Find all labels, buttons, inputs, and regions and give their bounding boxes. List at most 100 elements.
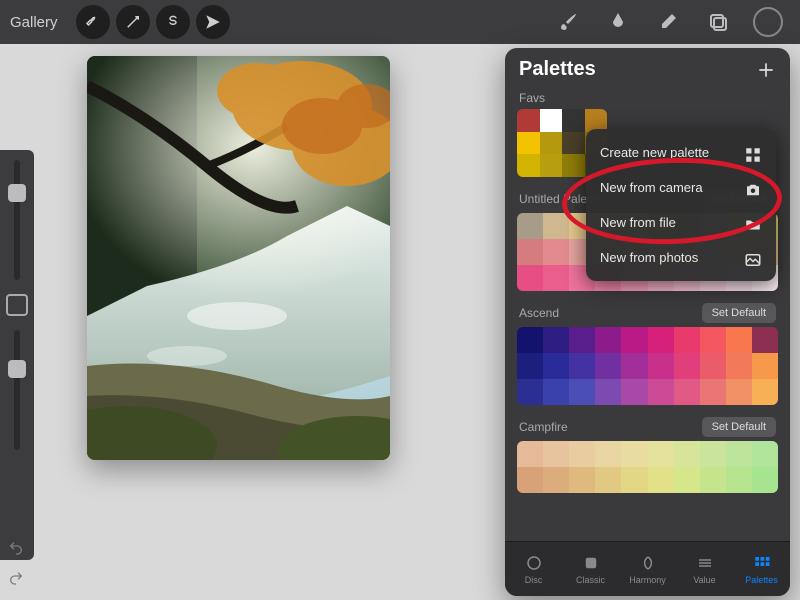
swatch[interactable] bbox=[700, 327, 726, 353]
swatch[interactable] bbox=[674, 379, 700, 405]
arrow-icon[interactable] bbox=[196, 5, 230, 39]
swatch[interactable] bbox=[595, 467, 621, 493]
palette-name[interactable]: Favs bbox=[519, 91, 776, 105]
swatch[interactable] bbox=[517, 132, 540, 155]
swatch[interactable] bbox=[569, 467, 595, 493]
swatch[interactable] bbox=[562, 132, 585, 155]
swatch[interactable] bbox=[726, 353, 752, 379]
swatch[interactable] bbox=[517, 467, 543, 493]
swatch[interactable] bbox=[543, 265, 569, 291]
swatch[interactable] bbox=[621, 441, 647, 467]
swatch[interactable] bbox=[543, 239, 569, 265]
swatch[interactable] bbox=[674, 327, 700, 353]
swatch[interactable] bbox=[517, 109, 540, 132]
swatch[interactable] bbox=[517, 327, 543, 353]
opacity-slider[interactable] bbox=[14, 330, 20, 450]
swatch[interactable] bbox=[621, 353, 647, 379]
new-from-camera-item[interactable]: New from camera bbox=[586, 170, 776, 205]
modify-button[interactable] bbox=[6, 294, 28, 316]
swatch[interactable] bbox=[752, 467, 778, 493]
swatch[interactable] bbox=[621, 379, 647, 405]
swatch[interactable] bbox=[621, 327, 647, 353]
palette-name[interactable]: Ascend bbox=[519, 306, 702, 320]
swatch[interactable] bbox=[726, 327, 752, 353]
swatch[interactable] bbox=[674, 353, 700, 379]
color-circle[interactable] bbox=[746, 0, 790, 44]
swatch[interactable] bbox=[648, 441, 674, 467]
swatch[interactable] bbox=[752, 353, 778, 379]
swatch[interactable] bbox=[517, 379, 543, 405]
add-palette-button[interactable] bbox=[756, 60, 776, 80]
swatch[interactable] bbox=[648, 379, 674, 405]
smudge-icon[interactable] bbox=[596, 0, 640, 44]
swatch[interactable] bbox=[752, 379, 778, 405]
palette-name[interactable]: Campfire bbox=[519, 420, 702, 434]
tab-value[interactable]: Value bbox=[676, 542, 733, 596]
tab-harmony[interactable]: Harmony bbox=[619, 542, 676, 596]
swatch[interactable] bbox=[595, 441, 621, 467]
swatch[interactable] bbox=[726, 441, 752, 467]
gallery-button[interactable]: Gallery bbox=[10, 14, 58, 31]
swatch[interactable] bbox=[517, 239, 543, 265]
swatch[interactable] bbox=[543, 379, 569, 405]
swatch[interactable] bbox=[517, 213, 543, 239]
swatch[interactable] bbox=[752, 327, 778, 353]
swatch[interactable] bbox=[540, 132, 563, 155]
swatch[interactable] bbox=[569, 441, 595, 467]
tab-classic[interactable]: Classic bbox=[562, 542, 619, 596]
swatch[interactable] bbox=[540, 109, 563, 132]
swatch[interactable] bbox=[648, 353, 674, 379]
brush-icon[interactable] bbox=[546, 0, 590, 44]
swatch[interactable] bbox=[562, 109, 585, 132]
swatch[interactable] bbox=[517, 265, 543, 291]
swatch[interactable] bbox=[595, 379, 621, 405]
create-new-palette-item[interactable]: Create new palette bbox=[586, 135, 776, 170]
swatch[interactable] bbox=[752, 441, 778, 467]
swatch[interactable] bbox=[543, 353, 569, 379]
brush-size-slider[interactable] bbox=[14, 160, 20, 280]
swatch[interactable] bbox=[543, 213, 569, 239]
swatch[interactable] bbox=[562, 154, 585, 177]
swatch[interactable] bbox=[543, 327, 569, 353]
swatch[interactable] bbox=[726, 379, 752, 405]
swatch[interactable] bbox=[726, 467, 752, 493]
swatch[interactable] bbox=[700, 379, 726, 405]
swatch[interactable] bbox=[517, 154, 540, 177]
redo-button[interactable] bbox=[4, 568, 28, 588]
swatch[interactable] bbox=[700, 441, 726, 467]
wand-icon[interactable] bbox=[116, 5, 150, 39]
new-from-file-item[interactable]: New from file bbox=[586, 205, 776, 240]
palette-swatches-campfire[interactable] bbox=[517, 441, 778, 493]
set-default-button[interactable]: Set Default bbox=[702, 417, 776, 437]
swatch[interactable] bbox=[648, 467, 674, 493]
layers-icon[interactable] bbox=[696, 0, 740, 44]
swatch[interactable] bbox=[543, 441, 569, 467]
tab-disc[interactable]: Disc bbox=[505, 542, 562, 596]
new-from-photos-item[interactable]: New from photos bbox=[586, 240, 776, 275]
camera-icon bbox=[744, 181, 762, 195]
folder-icon bbox=[744, 216, 762, 230]
swatch[interactable] bbox=[569, 353, 595, 379]
swatch[interactable] bbox=[648, 327, 674, 353]
swatch[interactable] bbox=[569, 379, 595, 405]
tab-palettes[interactable]: Palettes bbox=[733, 542, 790, 596]
swatch[interactable] bbox=[621, 467, 647, 493]
eraser-icon[interactable] bbox=[646, 0, 690, 44]
palette-swatches-ascend[interactable] bbox=[517, 327, 778, 405]
wrench-icon[interactable] bbox=[76, 5, 110, 39]
canvas[interactable] bbox=[87, 56, 390, 460]
swatch[interactable] bbox=[700, 353, 726, 379]
swatch[interactable] bbox=[517, 353, 543, 379]
swatch[interactable] bbox=[540, 154, 563, 177]
swatch[interactable] bbox=[595, 353, 621, 379]
set-default-button[interactable]: Set Default bbox=[702, 303, 776, 323]
swatch[interactable] bbox=[543, 467, 569, 493]
swatch[interactable] bbox=[517, 441, 543, 467]
swatch[interactable] bbox=[674, 467, 700, 493]
s-tool-icon[interactable] bbox=[156, 5, 190, 39]
swatch[interactable] bbox=[595, 327, 621, 353]
undo-button[interactable] bbox=[4, 538, 28, 558]
swatch[interactable] bbox=[569, 327, 595, 353]
swatch[interactable] bbox=[700, 467, 726, 493]
swatch[interactable] bbox=[674, 441, 700, 467]
